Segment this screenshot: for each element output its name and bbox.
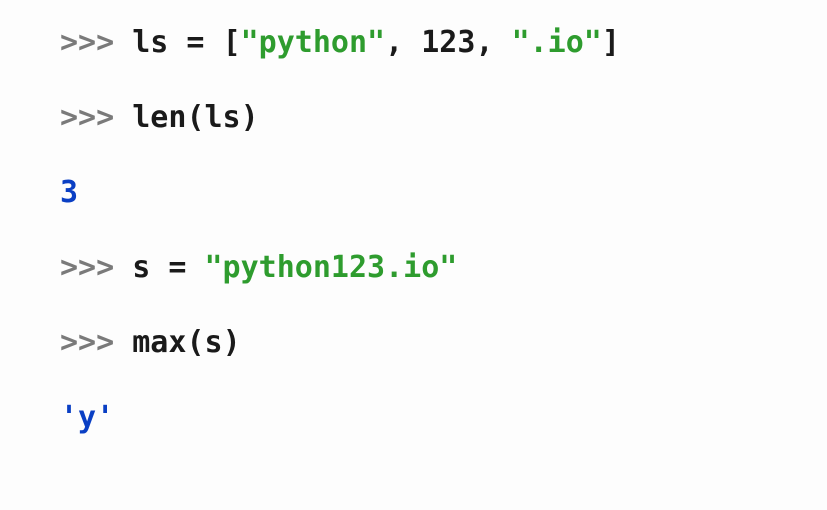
number-literal: 123 [421,25,475,60]
repl-line-3: >>> s = "python123.io" [60,245,767,290]
assign-operator: = [150,250,204,285]
output-value: 3 [60,175,78,210]
list-close-bracket: ] [602,25,620,60]
variable-name: s [132,250,150,285]
prompt-icon: >>> [60,100,132,135]
output-value: 'y' [60,400,114,435]
argument-name: s [205,325,223,360]
comma-separator: , [475,25,511,60]
prompt-icon: >>> [60,25,132,60]
repl-line-4: >>> max(s) [60,320,767,365]
assign-operator: = [168,25,222,60]
variable-name: ls [132,25,168,60]
paren-close: ) [223,325,241,360]
prompt-icon: >>> [60,250,132,285]
paren-open: ( [186,100,204,135]
python-repl-session: >>> ls = ["python", 123, ".io"] >>> len(… [0,0,827,490]
argument-name: ls [205,100,241,135]
repl-output-2: 'y' [60,395,767,440]
function-name: max [132,325,186,360]
paren-open: ( [186,325,204,360]
string-literal: "python123.io" [205,250,458,285]
paren-close: ) [241,100,259,135]
repl-output-1: 3 [60,170,767,215]
string-literal: "python" [241,25,386,60]
repl-line-1: >>> ls = ["python", 123, ".io"] [60,20,767,65]
list-open-bracket: [ [223,25,241,60]
comma-separator: , [385,25,421,60]
prompt-icon: >>> [60,325,132,360]
repl-line-2: >>> len(ls) [60,95,767,140]
string-literal: ".io" [512,25,602,60]
function-name: len [132,100,186,135]
